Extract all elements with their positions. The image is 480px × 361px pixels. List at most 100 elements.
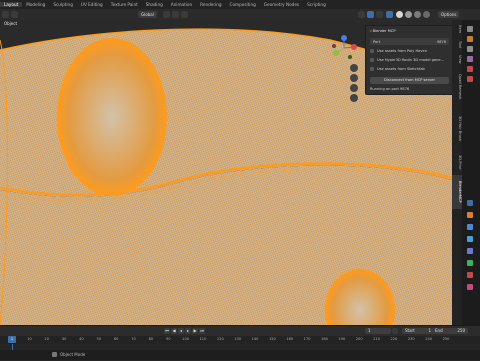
checkbox-icon[interactable] — [370, 67, 374, 71]
tab-scripting[interactable]: Scripting — [303, 2, 330, 7]
tab-texture-paint[interactable]: Texture Paint — [107, 2, 142, 7]
n-panel-tabs: Item Tool View Quad Remesh 3D Hair Brush… — [452, 20, 462, 325]
overlay-button[interactable] — [376, 11, 383, 18]
timeline-tick: 100 — [182, 337, 190, 341]
prev-keyframe-icon[interactable]: ◀ — [171, 328, 177, 334]
wireframe-shading-icon[interactable] — [396, 11, 403, 18]
disconnect-button[interactable]: Disconnect from MCP server — [370, 77, 449, 84]
snap-button[interactable] — [172, 11, 179, 18]
current-frame-field[interactable]: 1 — [365, 328, 391, 334]
play-reverse-icon[interactable]: ◂ — [178, 328, 184, 334]
tab-shading[interactable]: Shading — [142, 2, 167, 7]
material-icon[interactable] — [467, 272, 473, 278]
frame-ruler[interactable]: 0102030405060708090100110120130140150160… — [0, 336, 480, 344]
panel-title[interactable]: ▾ Blender MCP — [370, 29, 396, 33]
scene-icon[interactable] — [467, 66, 473, 72]
checkbox-sketchfab[interactable]: Use assets from Sketchfab — [370, 66, 425, 72]
checkbox-icon[interactable] — [370, 49, 374, 53]
checkbox-hyper3d-rodin[interactable]: Use Hyper3D Rodin 3D model gene... — [370, 57, 444, 63]
particles-icon[interactable] — [467, 224, 473, 230]
timeline-tick: 170 — [303, 337, 311, 341]
neg-y-axis-icon — [348, 55, 352, 59]
grid-view-icon[interactable] — [350, 94, 358, 102]
proportional-edit-button[interactable] — [181, 11, 188, 18]
timeline-tick: 200 — [355, 337, 363, 341]
clock-icon[interactable] — [392, 328, 398, 334]
sidebar-tab-tool[interactable]: Tool — [452, 38, 462, 50]
playhead[interactable]: 1 — [8, 336, 16, 343]
camera-view-icon[interactable] — [350, 84, 358, 92]
timeline-tick: 220 — [390, 337, 398, 341]
tool-icon[interactable] — [467, 26, 473, 32]
sidebar-tab-item[interactable]: Item — [452, 23, 462, 35]
tab-rendering[interactable]: Rendering — [196, 2, 225, 7]
object-icon[interactable] — [467, 200, 473, 206]
timeline-tick: 20 — [44, 337, 50, 341]
checkbox-poly-haven[interactable]: Use assets from Poly Haven — [370, 48, 427, 54]
xray-button[interactable] — [386, 11, 393, 18]
next-keyframe-icon[interactable]: ▶ — [192, 328, 198, 334]
chevron-down-icon: ▾ — [370, 29, 372, 33]
timeline-tick: 250 — [442, 337, 450, 341]
tab-geometry-nodes[interactable]: Geometry Nodes — [260, 2, 303, 7]
pivot-button[interactable] — [163, 11, 170, 18]
timeline-tick: 130 — [234, 337, 242, 341]
render-icon[interactable] — [467, 36, 473, 42]
tab-sculpting[interactable]: Sculpting — [49, 2, 77, 7]
solid-shading-icon[interactable] — [405, 11, 412, 18]
transform-orientation-dropdown[interactable]: Global — [138, 11, 157, 18]
jump-end-icon[interactable]: ⏭ — [199, 328, 205, 334]
sidebar-tab-view[interactable]: View — [452, 53, 462, 65]
checkbox-icon[interactable] — [370, 58, 374, 62]
visibility-button[interactable] — [358, 11, 365, 18]
options-dropdown[interactable]: Options — [438, 11, 460, 18]
timeline-tick: 240 — [425, 337, 433, 341]
port-field[interactable]: Port 9876 — [370, 38, 449, 45]
workspace-tabs-bar: Layout Modeling Sculpting UV Editing Tex… — [0, 0, 480, 9]
end-frame-field[interactable]: End 250 — [432, 328, 468, 334]
zoom-icon[interactable] — [350, 64, 358, 72]
tab-modeling[interactable]: Modeling — [22, 2, 49, 7]
play-icon[interactable]: ▸ — [185, 328, 191, 334]
world-icon[interactable] — [467, 76, 473, 82]
texture-icon[interactable] — [467, 284, 473, 290]
physics-icon[interactable] — [467, 236, 473, 242]
port-value: 9876 — [436, 39, 446, 44]
start-frame-field[interactable]: Start 1 — [402, 328, 434, 334]
status-text: Running on port 9876 — [370, 87, 410, 91]
timeline-tick: 160 — [286, 337, 294, 341]
axis-gizmo[interactable] — [330, 33, 358, 63]
constraints-icon[interactable] — [467, 248, 473, 254]
view-layer-icon[interactable] — [467, 56, 473, 62]
rendered-shading-icon[interactable] — [423, 11, 430, 18]
y-axis-icon — [333, 50, 339, 56]
editor-type-button[interactable] — [2, 11, 9, 18]
tab-uv-editing[interactable]: UV Editing — [77, 2, 107, 7]
tab-compositing[interactable]: Compositing — [226, 2, 260, 7]
status-bar: Object Mode — [0, 350, 480, 360]
output-icon[interactable] — [467, 46, 473, 52]
tab-layout[interactable]: Layout — [0, 2, 23, 7]
modifier-icon[interactable] — [467, 212, 473, 218]
properties-tabs — [462, 20, 480, 325]
timeline-tick: 150 — [268, 337, 276, 341]
sidebar-tab-quad-remesh[interactable]: Quad Remesh — [452, 68, 462, 106]
object-mode-label: Object — [4, 21, 18, 26]
blender-mcp-panel: ▾ Blender MCP Port 9876 Use assets from … — [365, 25, 454, 95]
tab-animation[interactable]: Animation — [167, 2, 196, 7]
sidebar-tab-3d-print[interactable]: 3D-Print — [452, 152, 462, 172]
options-label: Options — [441, 12, 457, 17]
material-shading-icon[interactable] — [414, 11, 421, 18]
timeline-tick: 230 — [407, 337, 415, 341]
timeline-tick: 190 — [338, 337, 346, 341]
timeline-tick: 80 — [148, 337, 154, 341]
sidebar-tab-3d-hair-brush[interactable]: 3D Hair Brush — [452, 109, 462, 149]
jump-start-icon[interactable]: ⏮ — [164, 328, 170, 334]
orientation-label: Global — [141, 12, 154, 17]
pan-hand-icon[interactable] — [350, 74, 358, 82]
mode-button[interactable] — [11, 11, 18, 18]
neg-x-axis-icon — [332, 44, 336, 48]
sidebar-tab-blendermcp[interactable]: BlenderMCP — [452, 175, 462, 209]
data-icon[interactable] — [467, 260, 473, 266]
gizmo-button[interactable] — [367, 11, 374, 18]
